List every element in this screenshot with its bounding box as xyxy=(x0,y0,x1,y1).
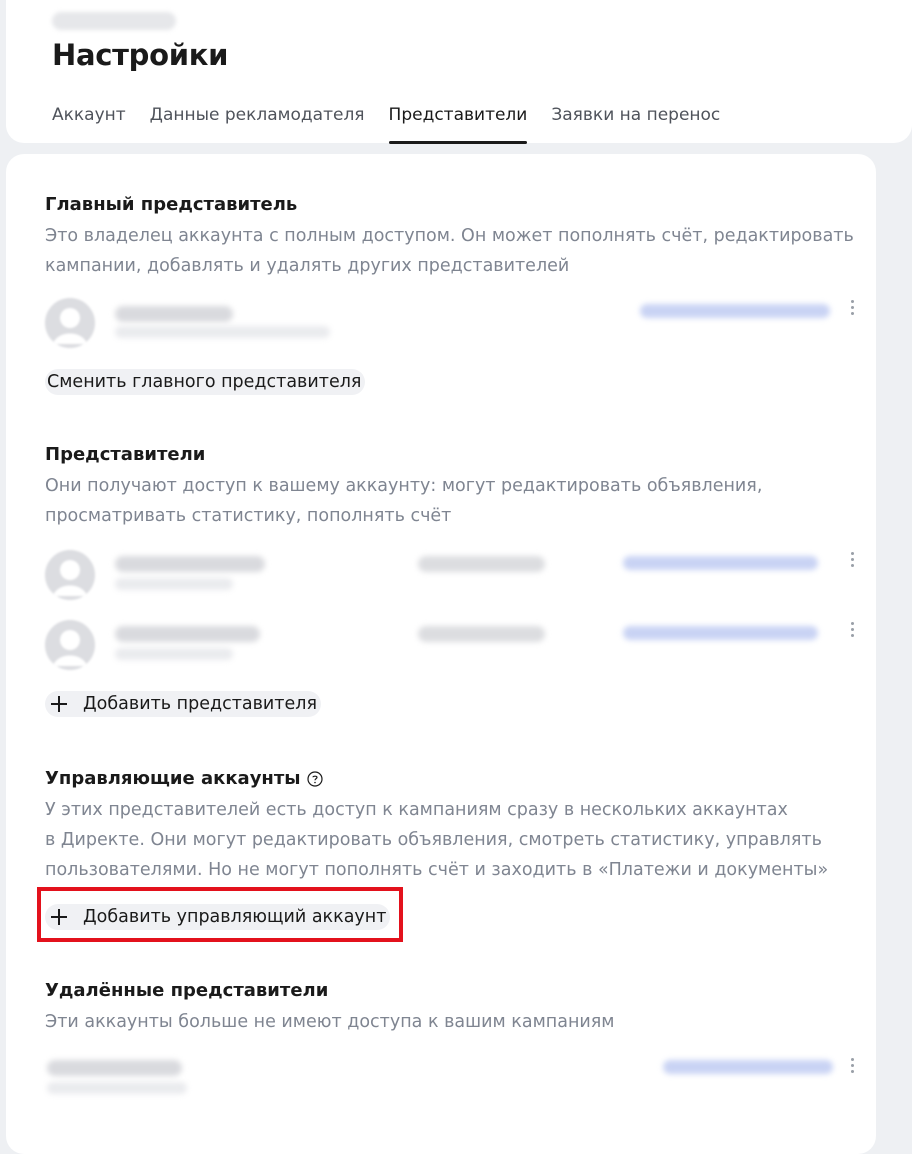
blurred-login xyxy=(115,326,330,338)
blurred-name xyxy=(115,556,265,572)
blurred-email xyxy=(640,304,830,318)
managing-accounts-section: Управляющие аккаунты У этих представител… xyxy=(45,767,860,885)
deleted-representatives-title: Удалённые представители xyxy=(45,980,329,1001)
blurred-breadcrumb xyxy=(52,12,176,30)
tab-transfer-requests[interactable]: Заявки на перенос xyxy=(551,104,720,143)
plus-icon xyxy=(51,696,67,712)
tab-account[interactable]: Аккаунт xyxy=(52,104,126,143)
tab-representatives[interactable]: Представители xyxy=(388,104,527,144)
deleted-representatives-description: Эти аккаунты больше не имеют доступа к в… xyxy=(45,1012,615,1032)
blurred-email xyxy=(623,626,818,640)
main-representative-title: Главный представитель xyxy=(45,194,298,215)
representative-row xyxy=(45,620,860,670)
main-representative-section: Главный представитель Это владелец аккау… xyxy=(45,193,860,281)
managing-description-line: пользователями. Но не могут пополнять сч… xyxy=(45,860,829,880)
managing-description-line: У этих представителей есть доступ к камп… xyxy=(45,800,788,820)
blurred-login xyxy=(47,1082,187,1094)
blurred-login xyxy=(115,578,233,590)
plus-icon xyxy=(51,909,67,925)
blurred-email xyxy=(623,556,818,570)
add-managing-account-label: Добавить управляющий аккаунт xyxy=(83,907,387,927)
managing-accounts-description: У этих представителей есть доступ к камп… xyxy=(45,795,860,885)
add-representative-button[interactable]: Добавить представителя xyxy=(45,691,321,717)
managing-accounts-title: Управляющие аккаунты xyxy=(45,767,860,791)
avatar xyxy=(45,620,95,670)
main-representative-row xyxy=(45,298,860,348)
blurred-name xyxy=(115,626,260,642)
blurred-name xyxy=(47,1060,182,1076)
more-vertical-icon[interactable] xyxy=(844,298,860,322)
tab-advertiser-data[interactable]: Данные рекламодателя xyxy=(150,104,365,143)
main-representative-description: Это владелец аккаунта с полным доступом.… xyxy=(45,226,854,276)
settings-tabs: Аккаунт Данные рекламодателя Представите… xyxy=(52,104,744,144)
deleted-representative-row xyxy=(45,1056,860,1106)
change-main-representative-label: Сменить главного представителя xyxy=(47,372,362,392)
help-icon[interactable] xyxy=(306,771,323,787)
blurred-email xyxy=(663,1060,833,1074)
change-main-representative-button[interactable]: Сменить главного представителя xyxy=(45,369,366,395)
add-managing-account-button[interactable]: Добавить управляющий аккаунт xyxy=(45,904,391,930)
add-representative-label: Добавить представителя xyxy=(83,694,317,714)
blurred-role xyxy=(418,556,545,572)
blurred-name xyxy=(115,306,233,322)
managing-accounts-title-text: Управляющие аккаунты xyxy=(45,768,301,789)
representatives-title: Представители xyxy=(45,444,206,465)
representatives-section: Представители Они получают доступ к ваше… xyxy=(45,443,860,531)
more-vertical-icon[interactable] xyxy=(844,550,860,574)
more-vertical-icon[interactable] xyxy=(844,1056,860,1080)
page-title: Настройки xyxy=(52,38,229,72)
avatar xyxy=(45,550,95,600)
representative-row xyxy=(45,550,860,600)
avatar xyxy=(45,298,95,348)
settings-header: Настройки Аккаунт Данные рекламодателя П… xyxy=(6,0,912,144)
deleted-representatives-section: Удалённые представители Эти аккаунты бол… xyxy=(45,979,860,1037)
blurred-login xyxy=(115,648,233,660)
more-vertical-icon[interactable] xyxy=(844,620,860,644)
blurred-role xyxy=(418,626,545,642)
representatives-description: Они получают доступ к вашему аккаунту: м… xyxy=(45,476,763,526)
managing-description-line: в Директе. Они могут редактировать объяв… xyxy=(45,830,822,850)
